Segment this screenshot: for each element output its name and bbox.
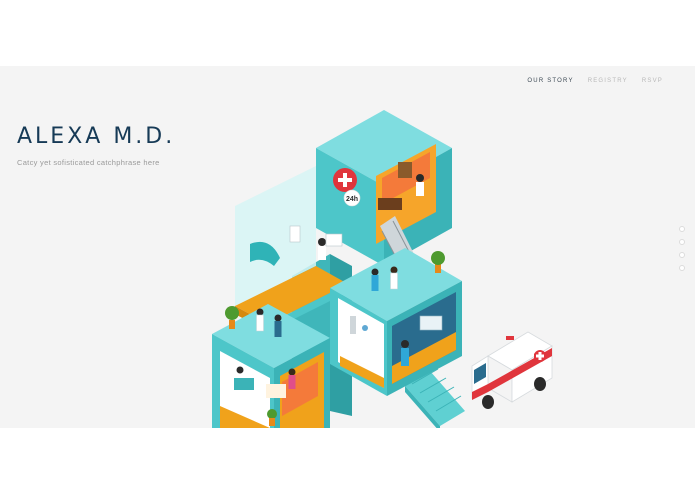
hero-section: OUR STORY REGISTRY RSVP ALEXA M.D. Catcy…	[0, 66, 695, 428]
top-tower	[316, 110, 452, 279]
pager-dot[interactable]	[679, 239, 685, 245]
pager-dot[interactable]	[679, 226, 685, 232]
slide-pager	[679, 226, 685, 271]
hospital-illustration: 24h	[212, 110, 553, 428]
ambulance-icon	[471, 331, 553, 409]
pager-dot[interactable]	[679, 265, 685, 271]
badge-24h-text: 24h	[346, 196, 358, 203]
pager-dot[interactable]	[679, 252, 685, 258]
